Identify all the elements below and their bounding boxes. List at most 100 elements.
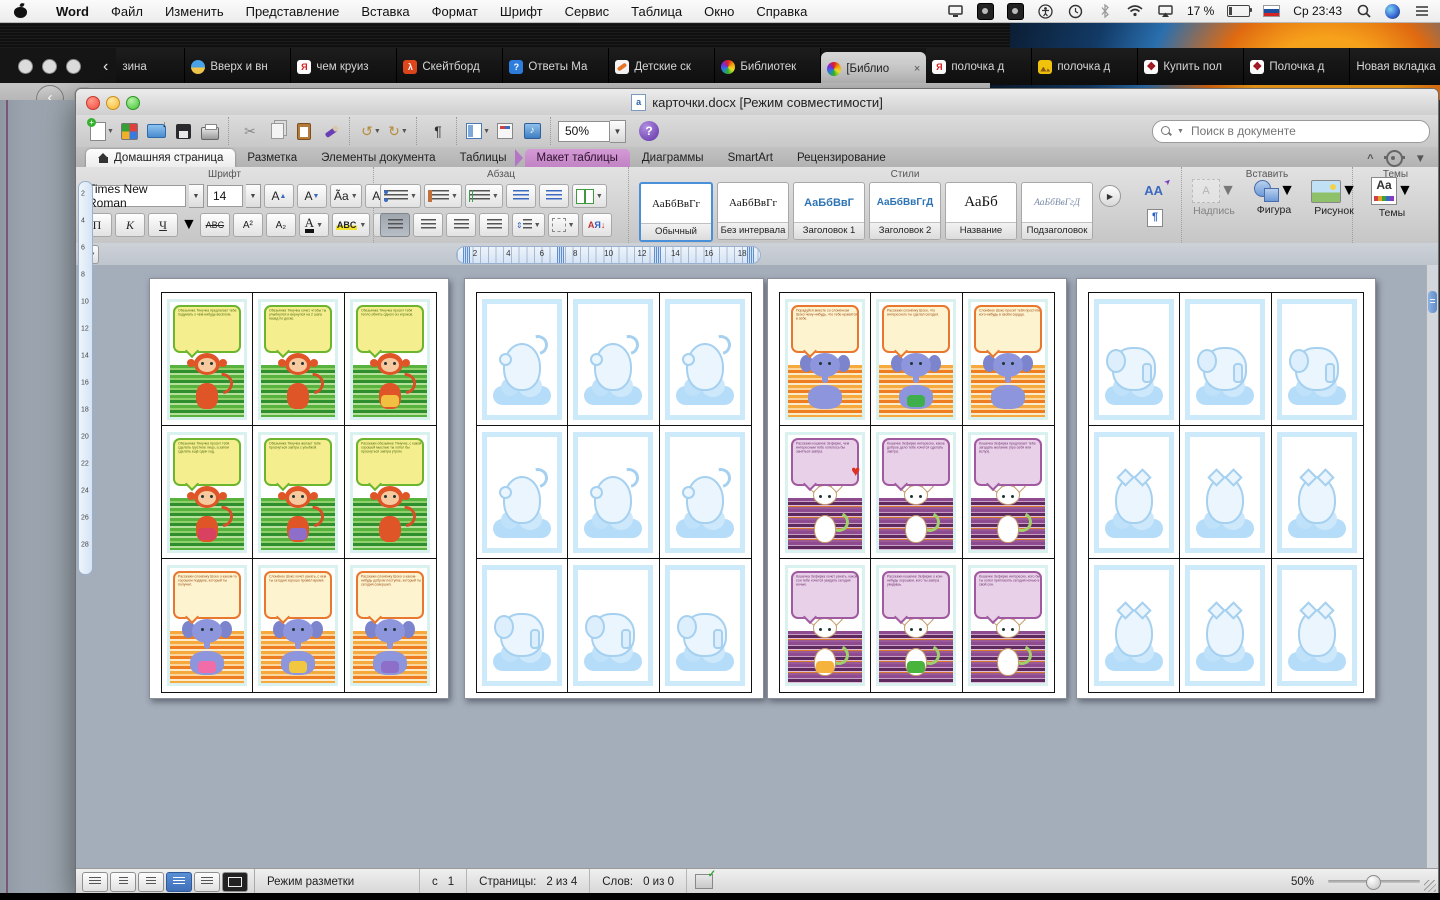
table-cell[interactable]: Расскажи кошечке Зефирке, чем интересным…	[780, 426, 871, 559]
browser-tab[interactable]: полочка д	[1032, 48, 1138, 85]
underline-button[interactable]: Ч	[148, 213, 178, 237]
table-cell[interactable]	[1272, 293, 1363, 426]
table-cell[interactable]	[1180, 426, 1271, 559]
gallery-button[interactable]	[117, 119, 141, 143]
underline-caret-icon[interactable]: ▼	[181, 216, 197, 234]
browser-tab[interactable]: Новая вкладка	[1350, 48, 1440, 85]
themes-button[interactable]: Aa▼ Темы	[1371, 177, 1413, 219]
table-cell[interactable]	[660, 293, 751, 426]
bullets-button[interactable]: ▼	[380, 184, 421, 208]
new-document-button[interactable]: ▼	[90, 119, 114, 143]
display-icon[interactable]	[947, 3, 964, 19]
page-indicator[interactable]: Страницы:2 из 4	[467, 869, 590, 894]
view-mode-label[interactable]: Режим разметки	[255, 869, 420, 894]
browser-tab[interactable]: ❖Полочка д	[1244, 48, 1350, 85]
table-cell[interactable]: Обезьянка Тянучка хочет, чтобы ты улыбну…	[253, 293, 344, 426]
table-cell[interactable]	[568, 559, 659, 692]
save-button[interactable]	[171, 119, 195, 143]
table-cell[interactable]	[568, 426, 659, 559]
font-name-caret-icon[interactable]: ▼	[189, 184, 204, 208]
change-case-button[interactable]: Ãa▼	[330, 184, 362, 208]
table-cell[interactable]: Расскажи кошечке Зефирке о ком-нибудь хо…	[871, 559, 962, 692]
font-size-caret-icon[interactable]: ▼	[246, 184, 261, 208]
wifi-icon[interactable]	[1127, 3, 1144, 19]
publishing-view-button[interactable]	[138, 872, 164, 892]
toolbar-zoom-control[interactable]: 50% ▼	[558, 120, 626, 143]
menu-item-10[interactable]: Справка	[756, 4, 807, 19]
spotlight-icon[interactable]	[1355, 3, 1372, 19]
show-paragraph-marks-button[interactable]: ¶	[426, 119, 450, 143]
table-cell[interactable]: Кошечке Зефирке интересно, какое доброе …	[871, 426, 962, 559]
vertical-scrollbar[interactable]	[1426, 265, 1438, 869]
battery-icon[interactable]	[1227, 5, 1250, 17]
spellcheck-status-icon[interactable]	[695, 874, 713, 889]
zoom-dropdown-icon[interactable]: ▼	[610, 120, 626, 143]
ribbon-tab-6[interactable]: SmartArt	[716, 149, 785, 167]
justify-button[interactable]	[479, 213, 509, 237]
focus-view-button[interactable]	[222, 872, 248, 892]
subscript-button[interactable]: А₂	[266, 213, 296, 237]
grow-font-button[interactable]: А▲	[264, 184, 294, 208]
tab-scroll-left-icon[interactable]: ‹	[95, 48, 116, 85]
page-view-button[interactable]: ▼	[466, 119, 490, 143]
columns-button[interactable]: ▼	[572, 184, 607, 208]
notebook-view-button[interactable]	[194, 872, 220, 892]
table-cell[interactable]	[660, 559, 751, 692]
style-subtitle[interactable]: АаБбВвГгДПодзаголовок	[1021, 182, 1093, 240]
print-layout-view-button[interactable]	[166, 872, 192, 892]
resize-grip[interactable]	[1424, 880, 1436, 892]
menu-item-1[interactable]: Файл	[111, 4, 143, 19]
bluetooth-icon[interactable]	[1097, 3, 1114, 19]
table-cell[interactable]: Порадуйся вместе со слонёнком Шоко чему-…	[780, 293, 871, 426]
menu-item-8[interactable]: Таблица	[631, 4, 682, 19]
zoom-value[interactable]: 50%	[558, 121, 610, 142]
highlight-button[interactable]: ABC▼	[332, 213, 370, 237]
table-cell[interactable]: Обезьянка Тянучка предлагает тебе подума…	[162, 293, 253, 426]
superscript-button[interactable]: А²	[233, 213, 263, 237]
zoom-slider[interactable]	[1328, 880, 1420, 883]
print-button[interactable]	[198, 119, 222, 143]
siri-icon[interactable]	[1385, 4, 1400, 19]
menu-item-6[interactable]: Шрифт	[500, 4, 543, 19]
table-cell[interactable]: Расскажи слонёнку Шоко о каком-нибудь до…	[345, 559, 436, 692]
browser-tab[interactable]: Библиотек	[715, 48, 821, 85]
menu-item-2[interactable]: Изменить	[165, 4, 224, 19]
menubar-clock[interactable]: Ср 23:43	[1293, 4, 1342, 18]
toolbox-button[interactable]	[493, 119, 517, 143]
menu-item-5[interactable]: Формат	[432, 4, 478, 19]
table-cell[interactable]	[477, 293, 568, 426]
font-size-select[interactable]: 14	[207, 185, 243, 207]
notification-center-icon[interactable]	[1413, 3, 1430, 19]
open-button[interactable]	[144, 119, 168, 143]
numbering-button[interactable]: ▼	[424, 184, 462, 208]
sort-button[interactable]: АЯ↓	[582, 213, 612, 237]
ribbon-tab-3[interactable]: Таблицы	[448, 149, 519, 167]
ribbon-tab-2[interactable]: Элементы документа	[309, 149, 447, 167]
ribbon-settings-gear-icon[interactable]	[1386, 150, 1403, 167]
redo-button[interactable]: ↻▼	[386, 119, 410, 143]
font-name-select[interactable]: Times New Roman	[82, 185, 186, 207]
insert-shape-button[interactable]: ▼Фигура	[1248, 180, 1300, 216]
table-cell[interactable]: Кошечка Зефирка предлагает тебе загадать…	[963, 426, 1054, 559]
document-area[interactable]: Обезьянка Тянучка предлагает тебе подума…	[76, 265, 1438, 869]
keyboard-layout-flag-icon[interactable]	[1263, 5, 1280, 17]
menu-item-9[interactable]: Окно	[704, 4, 734, 19]
scrollbar-thumb[interactable]	[1428, 291, 1437, 313]
style-heading1[interactable]: АаБбВвГЗаголовок 1	[793, 182, 865, 240]
table-cell[interactable]	[1272, 426, 1363, 559]
document-search-box[interactable]: ▼	[1152, 120, 1430, 143]
ribbon-tab-5[interactable]: Диаграммы	[630, 149, 716, 167]
section-indicator[interactable]: с1	[420, 869, 467, 894]
vertical-ruler[interactable]: 246810121416182022242628	[78, 181, 93, 575]
zoom-slider-knob[interactable]	[1366, 875, 1381, 890]
outline-view-button[interactable]	[110, 872, 136, 892]
table-cell[interactable]: Кошечка Зефирка хочет узнать, какой сон …	[780, 559, 871, 692]
help-button[interactable]: ?	[639, 121, 659, 141]
page-2[interactable]	[464, 278, 764, 699]
paste-button[interactable]	[292, 119, 316, 143]
borders-button[interactable]: ▼	[548, 213, 579, 237]
table-cell[interactable]	[660, 426, 751, 559]
align-right-button[interactable]	[446, 213, 476, 237]
browser-tab[interactable]: Вверх и вн	[185, 48, 291, 85]
font-color-button[interactable]: А▼	[299, 213, 329, 237]
